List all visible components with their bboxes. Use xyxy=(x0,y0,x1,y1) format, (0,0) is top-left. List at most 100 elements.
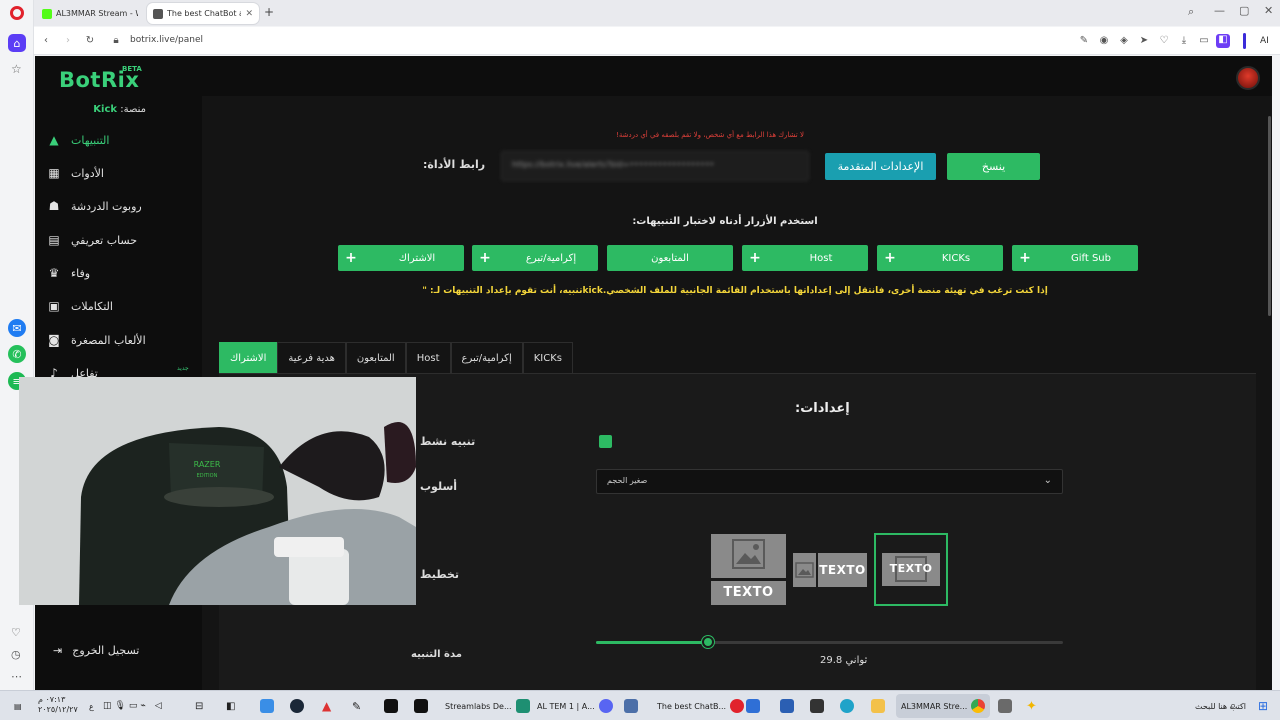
beta-badge: BETA xyxy=(122,65,142,73)
home-icon[interactable]: ⌂ xyxy=(8,34,26,52)
avatar[interactable] xyxy=(1236,66,1260,90)
taskbar-app-icon[interactable]: ⊟ xyxy=(195,695,203,717)
taskbar-app-icon[interactable] xyxy=(624,699,638,713)
test-gift-sub-button[interactable]: + Gift Sub xyxy=(1012,245,1138,271)
tab-botrix[interactable]: The best ChatBot and Wi ✕ xyxy=(147,3,259,24)
copilot-icon[interactable]: ✦ xyxy=(1026,695,1037,717)
style-select[interactable]: صغير الحجم ⌄ xyxy=(596,469,1063,494)
sidebar-item-alerts[interactable]: ▲ التنبيهات xyxy=(47,128,197,152)
settings-heading: إعدادات: xyxy=(795,401,850,416)
new-tab-button[interactable]: + xyxy=(264,5,274,19)
forward-icon[interactable]: › xyxy=(62,35,74,47)
heart-icon[interactable]: ♡ xyxy=(11,626,21,639)
widget-url-input[interactable]: https://botrix.live/alerts?bid=•••••••••… xyxy=(501,151,809,181)
sidebar-item-chatbot[interactable]: ☗ روبوت الدردشة xyxy=(47,194,197,218)
media-icon[interactable] xyxy=(810,699,824,713)
taskbar-notes-icon[interactable]: ▤ xyxy=(14,695,22,717)
system-time[interactable]: ٠٧:١٣ م ٢٠٢٥/١٢/٢٧ xyxy=(38,695,78,717)
tab-kicks[interactable]: KICKs xyxy=(522,342,573,373)
shield-icon[interactable]: ◈ xyxy=(1118,35,1130,47)
taskbar-window-chrome[interactable]: AL3MMAR Stre... xyxy=(896,694,991,718)
robot-icon: ☗ xyxy=(48,199,60,213)
id-card-icon: ▤ xyxy=(48,233,60,247)
search-icon[interactable]: ⌕ xyxy=(1230,695,1236,717)
taskbar-app-icon[interactable]: ▲ xyxy=(322,695,331,717)
wallet-icon[interactable]: ▭ xyxy=(1198,35,1210,47)
extension-icon[interactable]: ◧ xyxy=(1216,34,1230,48)
page-scrollbar[interactable] xyxy=(1268,116,1271,316)
tab-search-icon[interactable]: ⌕ xyxy=(1188,5,1194,19)
test-subscription-button[interactable]: + الاشتراك xyxy=(338,245,464,271)
tab-title: The best ChatBot and Wi xyxy=(167,9,241,18)
tab-kick[interactable]: AL3MMAR Stream - Watc xyxy=(36,3,144,24)
whatsapp-icon[interactable]: ✆ xyxy=(8,345,26,363)
reload-icon[interactable]: ↻ xyxy=(84,35,96,47)
slider-handle[interactable] xyxy=(702,636,715,648)
language-indicator[interactable]: ع xyxy=(89,695,94,717)
mail-icon[interactable] xyxy=(746,699,760,713)
taskbar-app-icon[interactable] xyxy=(260,699,274,713)
logout-button[interactable]: ⇥ تسجيل الخروج xyxy=(53,644,139,657)
tab-tip[interactable]: إكرامية/تبرع xyxy=(450,342,523,373)
opera-logo-icon[interactable] xyxy=(10,6,24,20)
folder-icon[interactable] xyxy=(871,699,885,713)
tab-followers[interactable]: المتابعون xyxy=(345,342,406,373)
ai-button[interactable]: AI xyxy=(1260,36,1269,46)
minimize-icon[interactable]: — xyxy=(1214,4,1225,17)
sidebar-item-profile[interactable]: ▤ حساب تعريفي xyxy=(47,228,197,252)
clock-time: ٠٧:١٣ م xyxy=(38,695,66,704)
heart-icon[interactable]: ♡ xyxy=(1158,35,1170,47)
send-icon[interactable]: ➤ xyxy=(1138,35,1150,47)
duration-slider[interactable] xyxy=(596,641,1063,644)
sidebar-item-minigames[interactable]: ◙ الألعاب المصغرة xyxy=(47,328,197,352)
edge-icon[interactable] xyxy=(840,699,854,713)
taskbar-app-icon[interactable]: ◧ xyxy=(226,695,235,717)
camera-icon[interactable]: ◉ xyxy=(1098,35,1110,47)
messenger-icon[interactable]: ✉ xyxy=(8,319,26,337)
tiktok-icon[interactable] xyxy=(414,699,428,713)
layout-option-overlay[interactable]: TEXTO xyxy=(874,533,948,606)
close-tab-icon[interactable]: ✕ xyxy=(245,9,253,19)
test-kicks-button[interactable]: + KICKs xyxy=(877,245,1003,271)
edit-icon[interactable]: ✎ xyxy=(1078,35,1090,47)
layout-option-stacked[interactable]: TEXTO xyxy=(711,534,786,605)
download-icon[interactable]: ⤓ xyxy=(1178,35,1190,47)
tab-gift-sub[interactable]: هدية فرعية xyxy=(277,342,346,373)
copy-button[interactable]: ينسخ xyxy=(947,153,1040,180)
search-placeholder: اكتب هنا للبحث xyxy=(1195,701,1246,711)
more-icon[interactable]: ⋯ xyxy=(11,670,22,683)
back-icon[interactable]: ‹ xyxy=(40,35,52,47)
sidebar-item-loyalty[interactable]: ♛ وفاء xyxy=(47,261,197,285)
test-followers-button[interactable]: المتابعون xyxy=(607,245,733,271)
test-host-button[interactable]: + Host xyxy=(742,245,868,271)
chrome-icon xyxy=(971,699,986,713)
start-icon[interactable]: ⊞ xyxy=(1258,695,1268,717)
close-window-icon[interactable]: ✕ xyxy=(1264,4,1273,17)
enable-alert-checkbox[interactable] xyxy=(599,435,612,448)
url-field[interactable]: botrix.live/panel xyxy=(130,35,203,45)
task-view-icon[interactable] xyxy=(998,699,1012,713)
clock-date: ٢٠٢٥/١٢/٢٧ xyxy=(38,705,78,714)
history-icon[interactable]: ◷ xyxy=(11,648,21,661)
taskbar-window-streamlabs[interactable]: Streamlabs De... xyxy=(440,694,535,718)
sidebar-item-integrations[interactable]: ▣ التكاملات xyxy=(47,294,197,318)
tray-icons[interactable]: ◫🎙︎▭⌁ ◁ xyxy=(103,695,165,717)
test-tip-button[interactable]: + إكرامية/تبرع xyxy=(472,245,598,271)
tab-subscription[interactable]: الاشتراك xyxy=(219,342,278,373)
word-icon[interactable] xyxy=(780,699,794,713)
star-icon[interactable]: ☆ xyxy=(11,62,22,76)
maximize-icon[interactable]: ▢ xyxy=(1239,4,1249,17)
layout-option-inline[interactable]: TEXTO xyxy=(793,553,867,587)
sidebar-item-tools[interactable]: ▦ الأدوات xyxy=(47,161,197,185)
taskbar-app-icon[interactable]: ✎ xyxy=(352,695,361,717)
platform-note: إذا كنت ترغب في تهيئة منصة أخرى، فانتقل … xyxy=(422,286,1048,296)
taskbar-window-discord[interactable]: AL TEM 1 | A... xyxy=(532,694,618,718)
capcut-icon[interactable] xyxy=(384,699,398,713)
advanced-settings-button[interactable]: الإعدادات المتقدمة xyxy=(825,153,936,180)
taskbar-window-opera[interactable]: The best ChatB... xyxy=(652,694,749,718)
window-title: The best ChatB... xyxy=(657,701,727,711)
duration-unit: ثواني xyxy=(845,655,868,666)
steam-icon[interactable] xyxy=(290,699,304,713)
tab-host[interactable]: Host xyxy=(405,342,451,373)
style-label: أسلوب xyxy=(420,480,458,493)
